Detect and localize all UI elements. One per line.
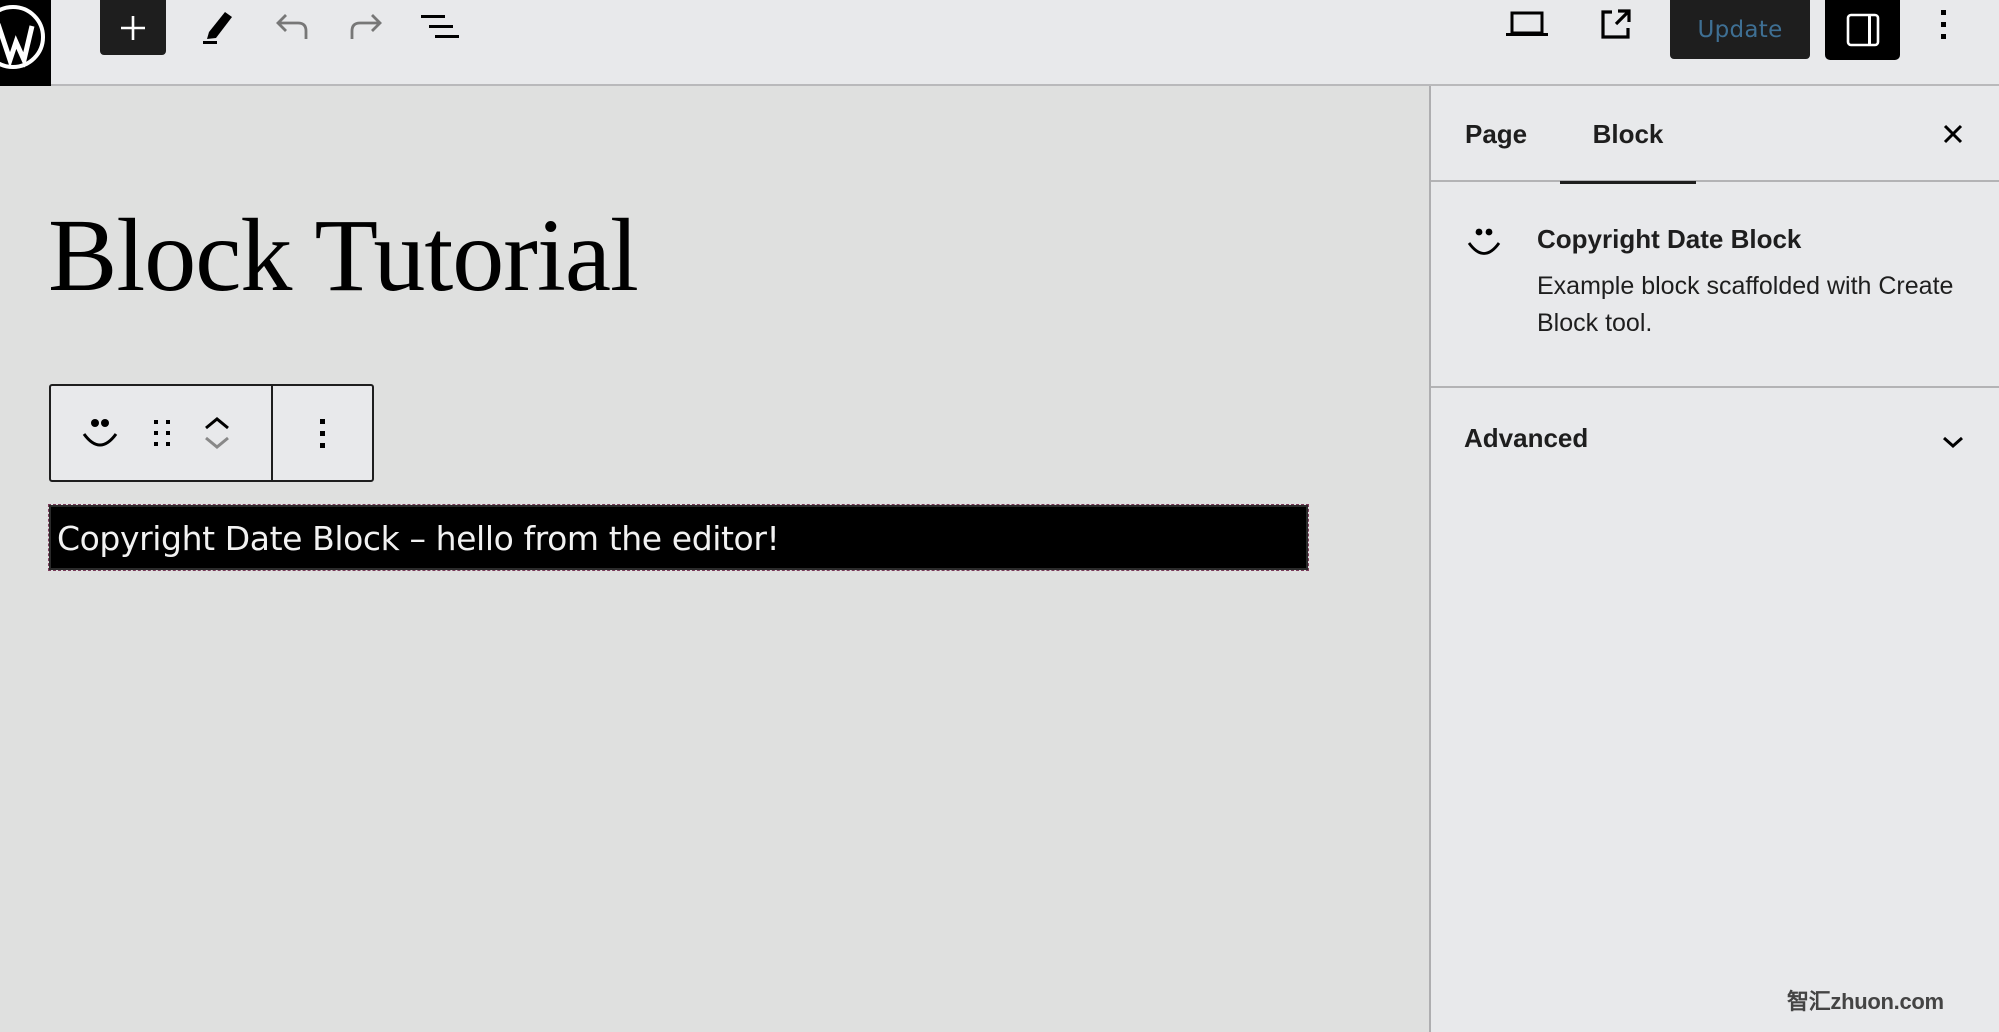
settings-sidebar-toggle[interactable] <box>1825 0 1900 60</box>
laptop-icon <box>1506 11 1548 36</box>
block-mover <box>197 403 237 463</box>
close-sidebar-button[interactable] <box>1931 112 1975 156</box>
smiley-icon <box>1467 228 1501 255</box>
plus-icon <box>121 15 145 40</box>
more-vertical-icon <box>319 419 325 448</box>
panel-advanced-chevron <box>1931 420 1975 464</box>
settings-sidebar: Page Block Copyright Date Block Example … <box>1429 86 1999 1032</box>
block-card-title: Copyright Date Block <box>1537 224 1802 254</box>
edit-tool-button[interactable] <box>196 4 240 48</box>
panel-advanced-label: Advanced <box>1464 423 1589 453</box>
chevron-up-icon <box>205 417 229 430</box>
editor-header: Update <box>0 0 1999 86</box>
preview-button[interactable] <box>1505 2 1549 46</box>
editor-canvas[interactable]: Block Tutorial Copyright Date Block – he… <box>0 86 1429 1032</box>
block-card-description: Example block scaffolded with Create Blo… <box>1537 272 1954 337</box>
undo-button[interactable] <box>270 4 314 48</box>
view-page-button[interactable] <box>1594 2 1638 46</box>
document-overview-button[interactable] <box>417 4 461 48</box>
tab-block[interactable]: Block <box>1560 86 1696 184</box>
watermark: 智汇zhuon.com <box>1787 989 1944 1014</box>
chevron-down-icon <box>1943 436 1963 449</box>
external-link-icon <box>1601 9 1631 39</box>
smiley-icon <box>82 419 118 447</box>
drag-handle-icon <box>154 420 170 446</box>
pencil-icon <box>203 12 232 44</box>
sidebar-tabs: Page Block <box>1431 86 1999 184</box>
panel-advanced-toggle[interactable]: Advanced <box>1431 388 1999 488</box>
update-button[interactable]: Update <box>1670 0 1810 59</box>
page-title[interactable]: Block Tutorial <box>48 204 639 308</box>
redo-icon <box>350 14 382 39</box>
block-type-button[interactable] <box>73 403 127 463</box>
copyright-date-block[interactable]: Copyright Date Block – hello from the ed… <box>48 504 1309 571</box>
chevron-down-icon <box>205 436 229 449</box>
block-content-text: Copyright Date Block – hello from the ed… <box>57 519 780 558</box>
wordpress-logo-icon <box>0 5 45 69</box>
block-toolbar-options-group <box>273 386 372 480</box>
block-toolbar-main-group <box>51 386 273 480</box>
block-card: Copyright Date Block Example block scaff… <box>1431 182 1999 388</box>
block-card-icon-wrap <box>1466 226 1502 265</box>
move-down-button[interactable] <box>204 436 230 450</box>
more-vertical-icon <box>1941 10 1946 39</box>
list-view-icon <box>421 15 459 38</box>
wordpress-logo-button[interactable] <box>0 0 51 86</box>
sidebar-toggle-icon <box>1846 13 1879 47</box>
drag-handle[interactable] <box>135 403 189 463</box>
block-options-button[interactable] <box>296 403 350 463</box>
block-toolbar <box>49 384 374 482</box>
tab-page[interactable]: Page <box>1465 86 1527 182</box>
block-inserter-button[interactable] <box>100 0 166 55</box>
editor-options-button[interactable] <box>1922 2 1966 46</box>
move-up-button[interactable] <box>204 416 230 430</box>
redo-button[interactable] <box>344 4 388 48</box>
close-icon <box>1943 124 1963 144</box>
undo-icon <box>276 14 308 39</box>
